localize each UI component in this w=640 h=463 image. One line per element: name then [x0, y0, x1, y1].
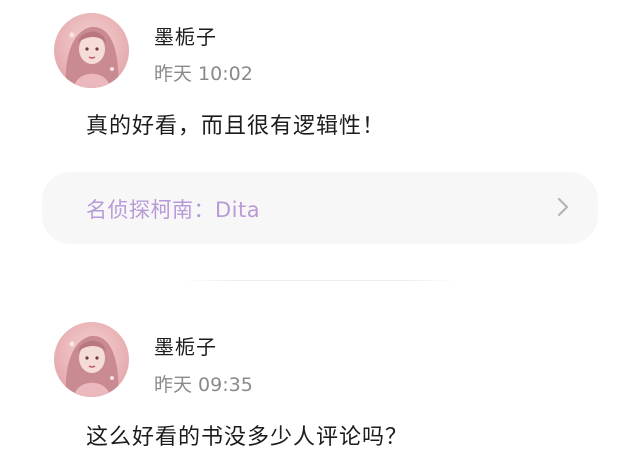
book-link-label: 名侦探柯南：Dita	[86, 198, 261, 222]
book-link-card[interactable]: 名侦探柯南：Dita	[42, 172, 598, 244]
comment-text: 这么好看的书没多少人评论吗？	[86, 425, 409, 450]
avatar-illustration	[65, 335, 119, 397]
chevron-right-icon	[557, 197, 569, 217]
comment-text: 真的好看，而且很有逻辑性！	[86, 114, 386, 139]
avatar[interactable]	[54, 322, 129, 397]
divider	[180, 280, 460, 281]
comment-feed: 墨栀子 昨天 10:02 真的好看，而且很有逻辑性！ 名侦探柯南：Dita 墨栀…	[0, 0, 640, 463]
comment-time: 昨天 10:02	[154, 63, 253, 85]
avatar-illustration	[65, 26, 119, 88]
username[interactable]: 墨栀子	[154, 21, 217, 50]
avatar[interactable]	[54, 13, 129, 88]
comment-time: 昨天 09:35	[154, 374, 253, 396]
username[interactable]: 墨栀子	[154, 331, 217, 360]
